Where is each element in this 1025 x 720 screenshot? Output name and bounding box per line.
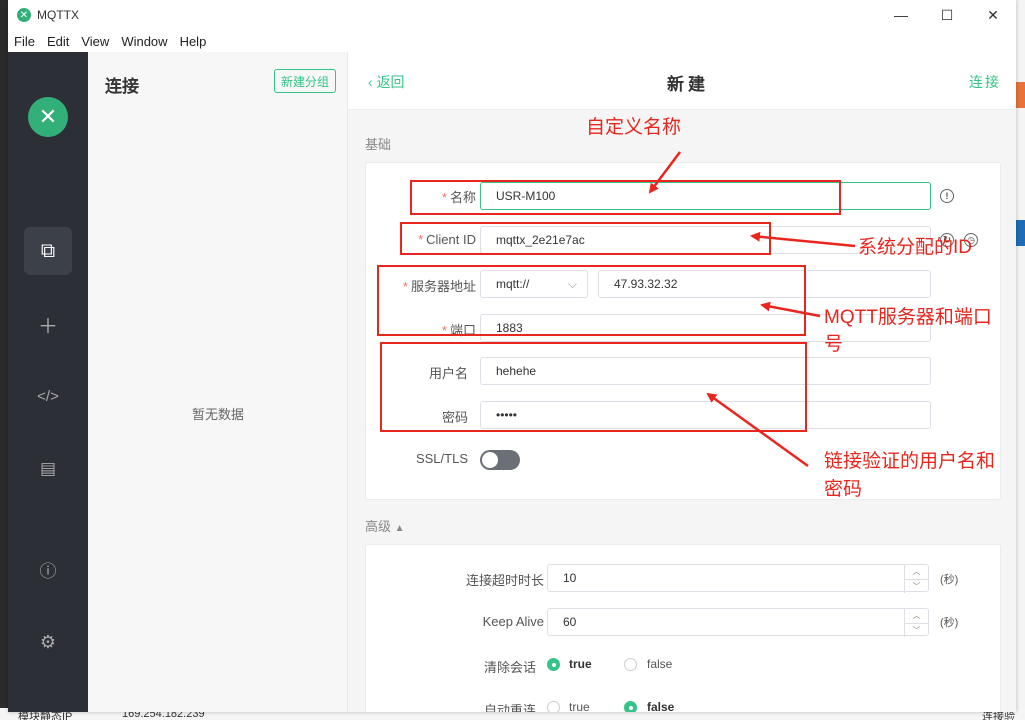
annotation-client-id: 系统分配的ID [858,237,973,258]
advanced-card: 连接超时时长 10 ︿ ﹀ (秒) Keep Alive 60 ︿ ﹀ (秒) 清除会话… [365,544,1001,712]
minimize-button[interactable]: — [878,0,924,30]
advanced-section-label[interactable]: 高级 ▲ [365,516,405,535]
timeout-label: 连接超时时长 [465,573,544,588]
clean-session-true-radio[interactable] [547,658,560,671]
chevron-up-icon[interactable]: ︿ [905,609,928,624]
log-icon[interactable]: ▤ [24,445,72,493]
menu-help[interactable]: Help [174,34,213,49]
chevron-down-icon[interactable]: ﹀ [905,624,928,638]
clean-session-false-label[interactable]: false [647,657,672,671]
reconnect-true-radio[interactable] [547,701,560,712]
add-icon[interactable]: ＋ [24,300,72,348]
keepalive-unit: (秒) [940,617,959,629]
basic-section-label: 基础 [365,137,392,152]
timeout-input[interactable]: 10 ︿ ﹀ [547,564,929,593]
annotation-server-line1: MQTT服务器和端口 [824,307,992,328]
connect-button[interactable]: 连接 [969,72,1001,92]
menu-edit[interactable]: Edit [41,34,75,49]
window-title: MQTTX [37,8,79,22]
connections-icon[interactable]: ⧉ [24,227,72,275]
new-group-button[interactable]: 新建分组 [274,69,336,93]
connection-list: 连接 新建分组 暂无数据 [88,52,348,712]
menu-window[interactable]: Window [115,34,173,49]
desktop-background-right [1016,0,1025,720]
settings-gear-icon[interactable]: ⚙ [24,618,72,666]
clean-session-label: 清除会话 [483,660,536,675]
annotation-auth-line2: 密码 [824,479,863,500]
annotation-server-line2: 号 [824,334,844,355]
keepalive-label: Keep Alive [482,614,544,629]
menu-view[interactable]: View [75,34,115,49]
clean-session-false-radio[interactable] [624,658,637,671]
mqttx-logo-icon: ✕ [17,8,31,22]
script-icon[interactable]: </> [24,372,72,420]
clean-session-true-label[interactable]: true [569,657,592,671]
page-title: 新建 [667,75,709,94]
keepalive-value: 60 [563,615,577,629]
annotation-box-auth [380,342,807,432]
annotation-name: 自定义名称 [586,117,682,138]
ssl-toggle[interactable] [480,450,520,470]
timeout-value: 10 [563,571,577,585]
keepalive-input[interactable]: 60 ︿ ﹀ [547,608,929,637]
reconnect-false-radio[interactable] [624,701,637,712]
menu-bar: File Edit View Window Help [8,30,1016,52]
menu-file[interactable]: File [8,34,41,49]
reconnect-true-label[interactable]: true [569,700,590,712]
empty-state-text: 暂无数据 [191,407,244,422]
panel-header: ‹ 返回 新建 连接 [348,52,1016,110]
annotation-box-server [377,265,806,336]
timeout-stepper[interactable]: ︿ ﹀ [904,565,928,593]
chevron-down-icon[interactable]: ﹀ [905,580,928,594]
chevron-up-icon[interactable]: ︿ [905,565,928,580]
info-icon[interactable]: ! [940,189,954,203]
desktop-background-left [0,0,8,720]
mqttx-logo-icon: ✕ [28,97,68,137]
about-icon[interactable]: ⓘ [24,545,72,593]
sidebar: ✕ ⧉ ＋ </> ▤ ⓘ ⚙ [8,52,88,712]
caret-up-icon: ▲ [394,523,405,534]
title-bar: ✕ MQTTX — ☐ ✕ [8,0,1016,30]
annotation-box-client-id [400,222,771,255]
desktop-background-accent [1016,82,1025,108]
auto-reconnect-label: 自动重连 [483,703,536,712]
timeout-unit: (秒) [940,574,959,586]
keepalive-stepper[interactable]: ︿ ﹀ [904,609,928,637]
reconnect-false-label[interactable]: false [647,700,674,712]
desktop-background-accent-blue [1016,220,1025,246]
maximize-button[interactable]: ☐ [924,0,970,30]
connection-list-title: 连接 [105,77,139,96]
ssl-label: SSL/TLS [415,451,468,466]
annotation-auth-line1: 链接验证的用户名和 [824,451,996,472]
annotation-box-name [410,180,841,215]
close-button[interactable]: ✕ [970,0,1016,30]
